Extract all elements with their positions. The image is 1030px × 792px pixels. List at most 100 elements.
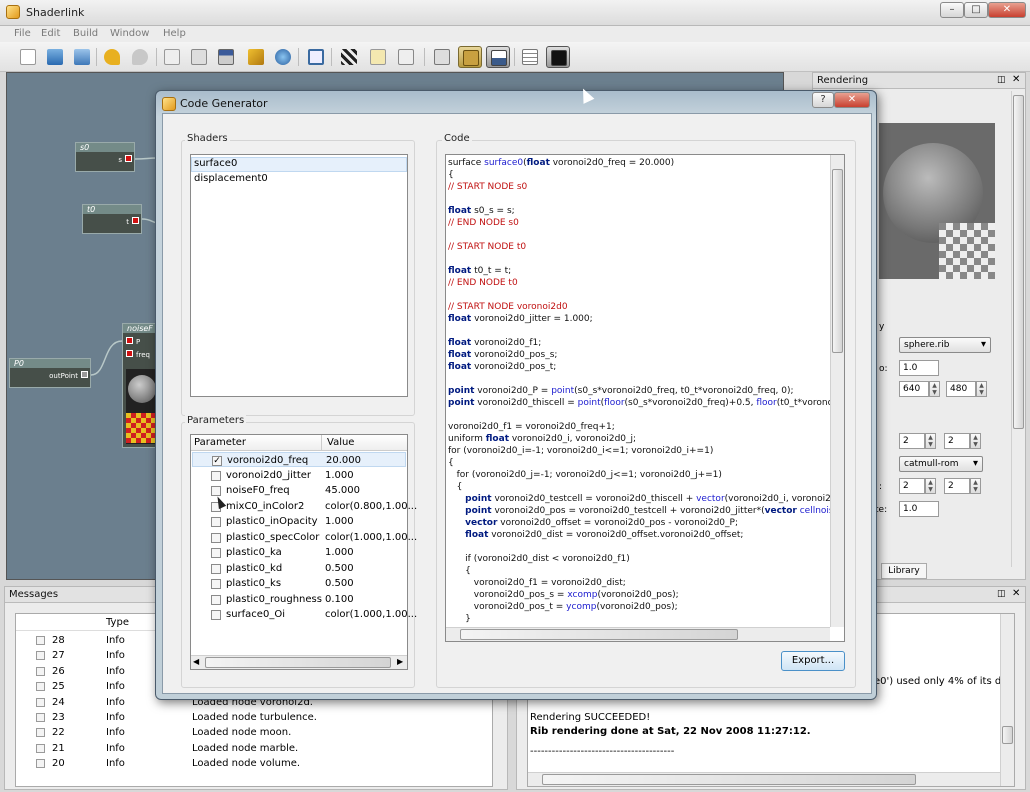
param-value[interactable]: color(1.000,1.00... — [325, 530, 417, 545]
param-checkbox[interactable] — [211, 563, 221, 574]
param-row[interactable]: noiseF0_freq 45.000 — [192, 483, 406, 498]
param-checkbox[interactable] — [211, 610, 221, 620]
node-s0[interactable]: s0 s — [75, 142, 135, 172]
fullscreen-icon[interactable] — [304, 46, 328, 68]
code-hscroll[interactable] — [446, 627, 830, 641]
message-row[interactable]: 23 Info Loaded node turbulence. — [16, 710, 492, 725]
filter-y-stepper[interactable]: ▲ ▼ — [970, 478, 981, 494]
filter-y-field[interactable]: 2 — [944, 478, 970, 494]
filter-select[interactable]: catmull-rom — [899, 456, 983, 472]
param-row[interactable]: plastic0_specColor color(1.000,1.00... — [192, 530, 417, 545]
scrollbar-thumb[interactable] — [460, 629, 738, 640]
maximize-button[interactable]: □ — [964, 2, 988, 18]
scroll-right-icon[interactable]: ▶ — [397, 657, 403, 666]
edit-icon[interactable] — [366, 46, 390, 68]
param-checkbox[interactable]: ✓ — [212, 456, 222, 466]
minimize-button[interactable]: – — [940, 2, 964, 18]
layout-icon[interactable] — [430, 46, 454, 68]
scrollbar-thumb[interactable] — [1013, 95, 1024, 429]
param-row[interactable]: plastic0_kd 0.500 — [192, 561, 406, 576]
shaders-list[interactable]: surface0 displacement0 — [190, 154, 408, 397]
param-value[interactable]: 1.000 — [325, 514, 354, 529]
log-hscroll[interactable] — [528, 772, 1000, 786]
param-checkbox[interactable] — [211, 517, 221, 527]
list-view-icon[interactable] — [518, 46, 542, 68]
new-file-icon[interactable] — [16, 46, 40, 68]
node-t0[interactable]: t0 t — [82, 204, 142, 234]
paste-icon[interactable] — [187, 46, 211, 68]
code-editor[interactable]: surface surface0(float voronoi2d0_freq =… — [445, 154, 845, 642]
param-value[interactable]: 0.100 — [325, 592, 354, 607]
width-field[interactable]: 640 — [899, 381, 929, 397]
output-port[interactable] — [81, 371, 88, 378]
message-row[interactable]: 22 Info Loaded node moon. — [16, 725, 492, 740]
node-p0[interactable]: P0 outPoint — [9, 358, 91, 388]
samples-x-field[interactable]: 2 — [899, 433, 925, 449]
scrollbar-thumb[interactable] — [542, 774, 916, 785]
shader-item-displacement[interactable]: displacement0 — [194, 173, 268, 184]
node-noise[interactable]: noiseF P freq — [122, 323, 158, 448]
properties-icon[interactable] — [214, 46, 238, 68]
param-checkbox[interactable] — [211, 594, 221, 605]
column-header-parameter[interactable]: Parameter — [194, 437, 246, 448]
menu-build[interactable]: Build — [73, 28, 98, 39]
scroll-left-icon[interactable]: ◀ — [193, 657, 199, 666]
param-value[interactable]: color(0.800,1.00... — [325, 499, 417, 514]
menu-edit[interactable]: Edit — [41, 28, 60, 39]
copy-icon[interactable] — [160, 46, 184, 68]
redo-icon[interactable] — [128, 46, 152, 68]
menu-help[interactable]: Help — [163, 28, 186, 39]
input-port-freq[interactable] — [126, 350, 133, 357]
clapper-icon[interactable] — [337, 46, 361, 68]
code-text[interactable]: surface surface0(float voronoi2d0_freq =… — [448, 157, 830, 627]
param-value[interactable]: 0.500 — [325, 561, 354, 576]
render-globe-icon[interactable] — [271, 46, 295, 68]
parameters-table[interactable]: Parameter Value ✓ voronoi2d0_freq 20.000 vo… — [190, 434, 417, 670]
message-row[interactable]: 20 Info Loaded node volume. — [16, 756, 492, 771]
close-icon[interactable]: ✕ — [1012, 74, 1020, 85]
menu-window[interactable]: Window — [110, 28, 149, 39]
samples-y-field[interactable]: 2 — [944, 433, 970, 449]
gain-field[interactable]: 1.0 — [899, 501, 939, 517]
param-checkbox[interactable] — [211, 548, 221, 558]
rib-file-select[interactable]: sphere.rib — [899, 337, 991, 353]
export-button[interactable]: Export... — [781, 651, 845, 671]
output-port[interactable] — [125, 155, 132, 162]
library-tab[interactable]: Library — [881, 563, 927, 579]
samples-x-stepper[interactable]: ▲ ▼ — [925, 433, 936, 449]
value-field[interactable]: 1.0 — [899, 360, 939, 376]
param-row[interactable]: surface0_Oi color(1.000,1.00... — [192, 607, 417, 622]
param-value[interactable]: color(1.000,1.00... — [325, 607, 417, 622]
rendering-scrollbar[interactable] — [1011, 91, 1025, 567]
help-button[interactable]: ? — [812, 92, 834, 108]
float-icon[interactable]: ◫ — [997, 75, 1006, 85]
param-value[interactable]: 45.000 — [325, 483, 360, 498]
scrollbar-thumb[interactable] — [832, 169, 843, 353]
console-icon[interactable] — [546, 46, 570, 68]
open-folder-icon[interactable] — [43, 46, 67, 68]
float-icon[interactable]: ◫ — [997, 589, 1006, 599]
preview-icon[interactable] — [486, 46, 510, 68]
width-stepper[interactable]: ▲ ▼ — [929, 381, 940, 397]
scrollbar-thumb[interactable] — [1002, 726, 1013, 744]
message-row[interactable]: 21 Info Loaded node marble. — [16, 741, 492, 756]
param-row[interactable]: plastic0_ks 0.500 — [192, 576, 406, 591]
shader-item-surface[interactable]: surface0 — [194, 158, 237, 169]
params-hscroll[interactable]: ◀ ▶ — [191, 655, 407, 669]
dialog-close-button[interactable]: ✕ — [834, 92, 870, 108]
param-checkbox[interactable] — [211, 470, 221, 481]
column-header-value[interactable]: Value — [327, 437, 354, 448]
param-checkbox[interactable] — [211, 532, 221, 543]
undo-icon[interactable] — [100, 46, 124, 68]
filter-x-field[interactable]: 2 — [899, 478, 925, 494]
param-value[interactable]: 1.000 — [325, 468, 354, 483]
output-port[interactable] — [132, 217, 139, 224]
param-value[interactable]: 0.500 — [325, 576, 354, 591]
param-row[interactable]: plastic0_ka 1.000 — [192, 545, 406, 560]
samples-y-stepper[interactable]: ▲ ▼ — [970, 433, 981, 449]
param-row[interactable]: ✓ voronoi2d0_freq 20.000 — [192, 452, 406, 467]
param-checkbox[interactable] — [211, 579, 221, 589]
zoom-icon[interactable] — [394, 46, 418, 68]
param-value[interactable]: 20.000 — [326, 453, 361, 468]
code-vscroll[interactable] — [830, 155, 844, 627]
